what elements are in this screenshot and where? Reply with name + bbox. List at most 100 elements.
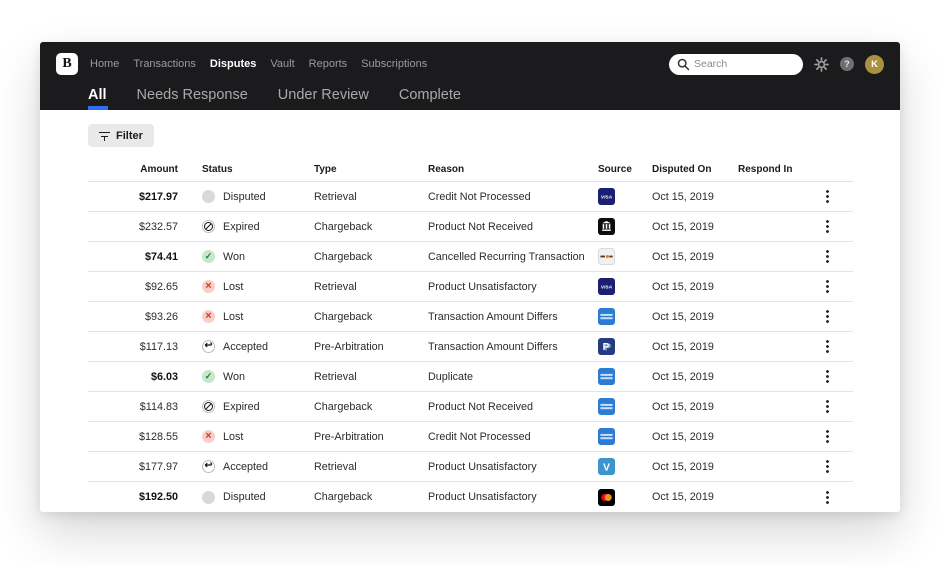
table-row[interactable]: $117.13 Accepted Pre-Arbitration Transac… bbox=[88, 332, 853, 362]
disputes-table-body: $217.97 Disputed Retrieval Credit Not Pr… bbox=[88, 182, 853, 512]
disputed-on-date: Oct 15, 2019 bbox=[652, 491, 738, 503]
table-row[interactable]: $93.26 Lost Chargeback Transaction Amoun… bbox=[88, 302, 853, 332]
amex-card-icon bbox=[598, 368, 615, 385]
tab-all[interactable]: All bbox=[88, 79, 107, 110]
column-header-status: Status bbox=[202, 164, 314, 175]
dispute-status: Accepted bbox=[202, 460, 314, 473]
dispute-type: Pre-Arbitration bbox=[314, 341, 428, 353]
table-row[interactable]: $177.97 Accepted Retrieval Product Unsat… bbox=[88, 452, 853, 482]
disputed-on-date: Oct 15, 2019 bbox=[652, 401, 738, 413]
column-header-respond-in: Respond In bbox=[738, 164, 818, 175]
dispute-status: Lost bbox=[202, 280, 314, 293]
venmo-card-icon: V bbox=[598, 458, 615, 475]
filter-button[interactable]: Filter bbox=[88, 124, 154, 147]
dispute-source bbox=[598, 428, 652, 445]
status-won-icon bbox=[202, 250, 215, 263]
status-label: Lost bbox=[223, 311, 243, 323]
disputed-on-date: Oct 15, 2019 bbox=[652, 431, 738, 443]
nav-item-transactions[interactable]: Transactions bbox=[133, 58, 196, 70]
dispute-source: VISA bbox=[598, 188, 652, 205]
tab-needs-response[interactable]: Needs Response bbox=[137, 79, 248, 110]
dispute-type: Chargeback bbox=[314, 491, 428, 503]
nav-item-subscriptions[interactable]: Subscriptions bbox=[361, 58, 427, 70]
dispute-type: Retrieval bbox=[314, 371, 428, 383]
dispute-reason: Duplicate bbox=[428, 371, 598, 383]
row-actions-kebab-icon[interactable] bbox=[826, 490, 829, 505]
status-label: Accepted bbox=[223, 461, 268, 473]
dispute-source bbox=[598, 308, 652, 325]
dispute-status: Won bbox=[202, 250, 314, 263]
dispute-reason: Credit Not Processed bbox=[428, 431, 598, 443]
dispute-source: PP bbox=[598, 338, 652, 355]
row-actions-kebab-icon[interactable] bbox=[826, 459, 829, 474]
table-row[interactable]: $92.65 Lost Retrieval Product Unsatisfac… bbox=[88, 272, 853, 302]
row-actions-kebab-icon[interactable] bbox=[826, 219, 829, 234]
table-row[interactable]: $192.50 Disputed Chargeback Product Unsa… bbox=[88, 482, 853, 512]
status-label: Expired bbox=[223, 401, 260, 413]
dispute-status: Accepted bbox=[202, 340, 314, 353]
dispute-source bbox=[598, 218, 652, 235]
settings-gear-icon[interactable] bbox=[814, 57, 829, 72]
row-actions-kebab-icon[interactable] bbox=[826, 369, 829, 384]
row-actions-kebab-icon[interactable] bbox=[826, 279, 829, 294]
dispute-type: Chargeback bbox=[314, 251, 428, 263]
nav-item-disputes[interactable]: Disputes bbox=[210, 58, 256, 70]
nav-item-home[interactable]: Home bbox=[90, 58, 119, 70]
primary-nav: Home Transactions Disputes Vault Reports… bbox=[90, 58, 427, 70]
dispute-type: Retrieval bbox=[314, 281, 428, 293]
status-lost-icon bbox=[202, 280, 215, 293]
nav-item-reports[interactable]: Reports bbox=[309, 58, 348, 70]
dispute-reason: Product Unsatisfactory bbox=[428, 281, 598, 293]
dispute-reason: Product Unsatisfactory bbox=[428, 461, 598, 473]
dispute-source bbox=[598, 398, 652, 415]
visa-card-icon: VISA bbox=[598, 278, 615, 295]
nav-item-vault[interactable]: Vault bbox=[270, 58, 294, 70]
table-row[interactable]: $114.83 Expired Chargeback Product Not R… bbox=[88, 392, 853, 422]
search-box bbox=[669, 54, 803, 75]
status-label: Accepted bbox=[223, 341, 268, 353]
svg-text:V: V bbox=[603, 462, 610, 474]
dispute-amount: $177.97 bbox=[88, 461, 178, 473]
row-actions-kebab-icon[interactable] bbox=[826, 249, 829, 264]
user-avatar[interactable]: K bbox=[865, 55, 884, 74]
status-label: Disputed bbox=[223, 491, 266, 503]
status-label: Lost bbox=[223, 431, 243, 443]
table-row[interactable]: $74.41 Won Chargeback Cancelled Recurrin… bbox=[88, 242, 853, 272]
table-row[interactable]: $128.55 Lost Pre-Arbitration Credit Not … bbox=[88, 422, 853, 452]
amex-card-icon bbox=[598, 428, 615, 445]
table-row[interactable]: $217.97 Disputed Retrieval Credit Not Pr… bbox=[88, 182, 853, 212]
brand-logo[interactable]: B bbox=[56, 53, 78, 75]
row-actions-kebab-icon[interactable] bbox=[826, 339, 829, 354]
amex-card-icon bbox=[598, 398, 615, 415]
svg-text:P: P bbox=[603, 342, 610, 353]
row-actions-kebab-icon[interactable] bbox=[826, 309, 829, 324]
status-expired-icon bbox=[202, 220, 215, 233]
dispute-status: Expired bbox=[202, 400, 314, 413]
dispute-amount: $192.50 bbox=[88, 491, 178, 503]
tab-under-review[interactable]: Under Review bbox=[278, 79, 369, 110]
disputed-on-date: Oct 15, 2019 bbox=[652, 251, 738, 263]
row-actions-kebab-icon[interactable] bbox=[826, 399, 829, 414]
status-disputed-icon bbox=[202, 491, 215, 504]
row-actions-kebab-icon[interactable] bbox=[826, 189, 829, 204]
dispute-amount: $93.26 bbox=[88, 311, 178, 323]
dispute-status: Disputed bbox=[202, 190, 314, 203]
dispute-reason: Product Not Received bbox=[428, 221, 598, 233]
tab-complete[interactable]: Complete bbox=[399, 79, 461, 110]
dispute-type: Chargeback bbox=[314, 221, 428, 233]
dispute-amount: $117.13 bbox=[88, 341, 178, 353]
disputed-on-date: Oct 15, 2019 bbox=[652, 191, 738, 203]
visa-card-icon: VISA bbox=[598, 188, 615, 205]
table-row[interactable]: $232.57 Expired Chargeback Product Not R… bbox=[88, 212, 853, 242]
row-actions-kebab-icon[interactable] bbox=[826, 429, 829, 444]
dispute-status: Expired bbox=[202, 220, 314, 233]
table-row[interactable]: $6.03 Won Retrieval Duplicate Oct 15, 20… bbox=[88, 362, 853, 392]
dispute-amount: $232.57 bbox=[88, 221, 178, 233]
dispute-amount: $128.55 bbox=[88, 431, 178, 443]
dispute-status: Lost bbox=[202, 430, 314, 443]
status-lost-icon bbox=[202, 310, 215, 323]
help-icon[interactable]: ? bbox=[840, 57, 854, 71]
status-label: Won bbox=[223, 251, 245, 263]
filter-icon bbox=[99, 131, 110, 141]
disputes-tab-bar: All Needs Response Under Review Complete bbox=[56, 79, 884, 110]
